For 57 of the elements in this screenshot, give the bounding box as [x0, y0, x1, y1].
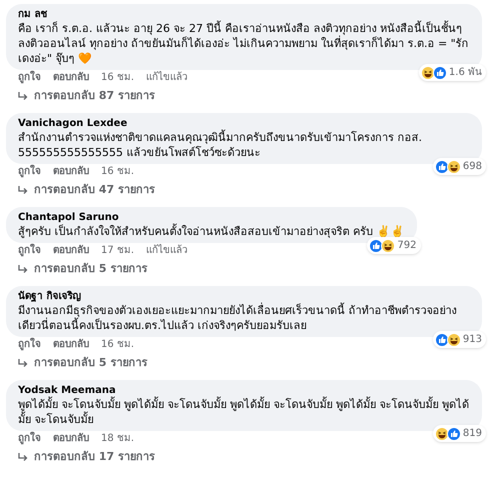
- reply-link[interactable]: ตอบกลับ: [53, 71, 89, 85]
- reply-link[interactable]: ตอบกลับ: [53, 244, 89, 258]
- reaction-count: 698: [462, 160, 483, 174]
- like-link[interactable]: ถูกใจ: [18, 165, 41, 179]
- like-reaction-icon: [369, 238, 384, 252]
- reaction-badge[interactable]: 819: [432, 425, 486, 442]
- reply-arrow-icon: [18, 358, 28, 368]
- view-replies-link[interactable]: การตอบกลับ 5 รายการ: [6, 356, 148, 370]
- like-link[interactable]: ถูกใจ: [18, 71, 41, 85]
- reaction-count: 819: [462, 427, 483, 441]
- reply-link[interactable]: ตอบกลับ: [53, 165, 89, 179]
- laughing-reaction-icon: [434, 426, 449, 440]
- reaction-count: 1.6 พัน: [448, 66, 483, 80]
- like-reaction-icon: [434, 332, 449, 346]
- like-link[interactable]: ถูกใจ: [18, 338, 41, 352]
- like-link[interactable]: ถูกใจ: [18, 244, 41, 258]
- comment-time[interactable]: 16 ชม.: [101, 338, 134, 352]
- reaction-count: 913: [462, 333, 483, 347]
- like-reaction-icon: [434, 160, 449, 174]
- reply-arrow-icon: [18, 452, 28, 462]
- comment-text: สำนักงานตำรวจแห่งชาติขาดแคลนคุณวุฒินี้มากครับถึงขนาดรับเข้ามาโครงการ กอส. 555555555555555 แล้วขยันโพสต์โชว์ซะด้วยนะ: [18, 130, 423, 160]
- view-replies-link[interactable]: การตอบกลับ 17 รายการ: [6, 450, 155, 464]
- reaction-badge[interactable]: 792: [367, 237, 420, 254]
- view-replies-link[interactable]: การตอบกลับ 47 รายการ: [6, 183, 155, 197]
- reaction-badge[interactable]: 1.6 พัน: [418, 64, 486, 81]
- laughing-reaction-icon: [446, 332, 461, 346]
- laughing-reaction-icon: [420, 66, 435, 80]
- author-name[interactable]: กม ลช: [18, 8, 470, 21]
- laughing-reaction-icon: [381, 238, 396, 252]
- laughing-reaction-icon: [446, 160, 461, 174]
- like-reaction-icon: [432, 66, 447, 80]
- view-replies-link[interactable]: การตอบกลับ 5 รายการ: [6, 262, 148, 276]
- reaction-badge[interactable]: 913: [432, 331, 486, 348]
- author-name[interactable]: นัดฐา กิจเจริญ: [18, 290, 470, 303]
- view-replies-link[interactable]: การตอบกลับ 87 รายการ: [6, 89, 155, 103]
- reply-arrow-icon: [18, 92, 28, 100]
- comment-text: มีงานนอกมีธุรกิจของตัวเองเยอะแยะมากมายยังได้เลื่อนยศเร็วขนาดนี้ ถ้าทำอาชีพตำรวจอย่างเดียวนี่ตอนนี้คงเป็นรองผบ.ตร.ไปแล้ว เก่งจริงๆครับยอมรับเลย: [18, 303, 458, 333]
- edited-label: แก้ไขแล้ว: [146, 244, 188, 258]
- comment-time[interactable]: 18 ชม.: [101, 432, 134, 446]
- reaction-badge[interactable]: 698: [432, 158, 486, 175]
- reply-arrow-icon: [18, 186, 28, 194]
- comment-time[interactable]: 16 ชม.: [101, 71, 134, 85]
- author-name[interactable]: Chantapol Saruno: [18, 211, 404, 224]
- comment-time[interactable]: 17 ชม.: [101, 244, 134, 258]
- comment-text: คือ เราก็ ร.ต.อ. แล้วนะ อายุ 26 จะ 27 ปีนี้ คือเราอ่านหนังสือ ลงติวทุกอย่าง หนังสือนี้เป็นชั้นๆ ลงติวออนไลน์ ทุกอย่าง ถ้าขยันมันก็ได้เองอ่ะ ไม่เกินความพยาม ในที่สุดเราก็ได้มา ร.ต.อ = "รักเดงอ่ะ" จุ๊บๆ 🧡: [18, 21, 470, 66]
- comment-time[interactable]: 16 ชม.: [101, 165, 134, 179]
- author-name[interactable]: Yodsak Meemana: [18, 384, 470, 397]
- like-link[interactable]: ถูกใจ: [18, 432, 41, 446]
- comment-text: สู้ๆครับ เป็นกำลังใจให้สำหรับคนตั้งใจอ่านหนังสือสอบเข้ามาอย่างสุจริต ครับ ✌✌: [18, 224, 404, 239]
- author-name[interactable]: Vanichagon Lexdee: [18, 117, 470, 130]
- reply-arrow-icon: [18, 264, 28, 274]
- reply-link[interactable]: ตอบกลับ: [53, 338, 89, 352]
- like-reaction-icon: [446, 426, 461, 440]
- edited-label: แก้ไขแล้ว: [146, 71, 188, 85]
- reaction-count: 792: [397, 239, 418, 253]
- comment-text: พูดได้มั้ย จะโดนจับมั้ย พูดได้มั้ย จะโดนจับมั้ย พูดได้มั้ย จะโดนจับมั้ย พูดได้มั้ย จะโดนจับมั้ย พูดได้มั้ย จะโดนจับมั้ย: [18, 397, 470, 427]
- reply-link[interactable]: ตอบกลับ: [53, 432, 89, 446]
